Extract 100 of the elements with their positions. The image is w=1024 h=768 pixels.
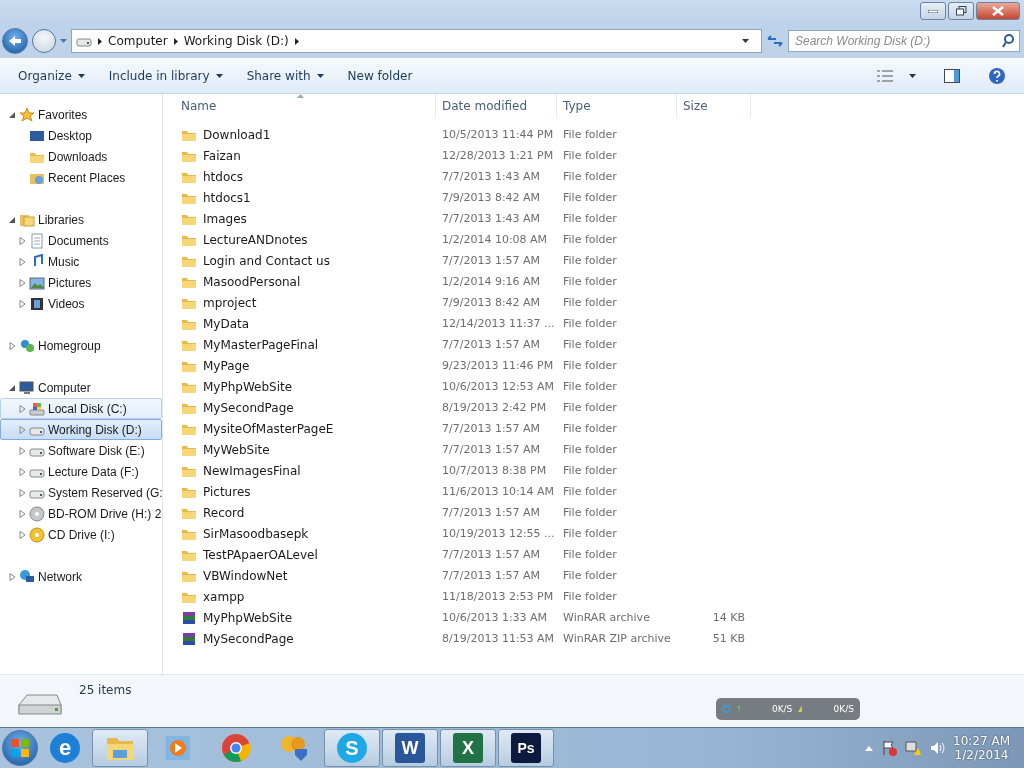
tree-item[interactable]: Favorites: [38, 107, 88, 122]
tree-item[interactable]: Lecture Data (F:): [0, 461, 162, 482]
tree-item[interactable]: Videos: [0, 293, 162, 314]
file-name[interactable]: Images: [203, 211, 247, 226]
address-bar[interactable]: Computer Working Disk (D:): [71, 29, 762, 53]
toolbar-button[interactable]: New folder: [337, 65, 423, 87]
back-button[interactable]: [2, 28, 28, 54]
tree-item[interactable]: Music: [0, 251, 162, 272]
restore-button[interactable]: [948, 2, 974, 20]
file-name[interactable]: NewImagesFinal: [203, 463, 301, 478]
breadcrumb[interactable]: Working Disk (D:): [183, 34, 289, 48]
file-name[interactable]: TestPApaerOALevel: [203, 547, 318, 562]
network-warning-icon[interactable]: [905, 740, 922, 756]
file-name[interactable]: mproject: [203, 295, 257, 310]
search-icon[interactable]: [1002, 34, 1014, 48]
taskbar-app[interactable]: X: [440, 729, 496, 767]
collapsed-arrow-icon[interactable]: [19, 488, 26, 497]
tree-item[interactable]: Software Disk (E:): [0, 440, 162, 461]
collapsed-arrow-icon[interactable]: [19, 299, 26, 308]
forward-button[interactable]: [32, 29, 56, 53]
toolbar-button[interactable]: Organize: [8, 65, 95, 87]
tree-item[interactable]: Computer: [38, 380, 91, 395]
collapsed-arrow-icon[interactable]: [19, 236, 26, 245]
download-speed: 0K/S: [771, 704, 793, 714]
file-name[interactable]: Download1: [203, 127, 271, 142]
file-name[interactable]: Record: [203, 505, 245, 520]
tree-item[interactable]: Documents: [0, 230, 162, 251]
tree-item[interactable]: Working Disk (D:): [0, 419, 162, 440]
file-name[interactable]: MysiteOfMasterPageE: [203, 421, 334, 436]
tree-item[interactable]: Libraries: [38, 212, 85, 227]
minimize-icon: [928, 9, 938, 13]
refresh-icon[interactable]: [766, 33, 784, 49]
file-name[interactable]: xampp: [203, 589, 245, 604]
column-header[interactable]: Name: [175, 94, 436, 118]
file-name[interactable]: Pictures: [203, 484, 251, 499]
file-name[interactable]: htdocs: [203, 169, 244, 184]
collapsed-arrow-icon[interactable]: [19, 404, 26, 413]
tree-item[interactable]: Pictures: [0, 272, 162, 293]
toolbar-button[interactable]: Share with: [236, 65, 334, 87]
archive-books-icon[interactable]: [181, 630, 197, 647]
collapsed-arrow-icon[interactable]: [19, 467, 26, 476]
column-header[interactable]: Type: [557, 94, 677, 118]
tree-item[interactable]: CD Drive (I:): [0, 524, 162, 545]
file-name[interactable]: Login and Contact us: [203, 253, 330, 268]
view-options-icon[interactable]: [877, 70, 893, 82]
search-field[interactable]: Search Working Disk (D:): [788, 30, 1020, 52]
file-name[interactable]: MyMasterPageFinal: [203, 337, 319, 352]
taskbar-app[interactable]: W: [382, 729, 438, 767]
file-name[interactable]: htdocs1: [203, 190, 251, 205]
tree-item[interactable]: Downloads: [0, 146, 162, 167]
column-header[interactable]: Date modified: [436, 94, 557, 118]
tree-item[interactable]: System Reserved (G:: [0, 482, 162, 503]
taskbar-app[interactable]: Ps: [498, 729, 554, 767]
collapsed-arrow-icon[interactable]: [19, 509, 26, 518]
tree-item[interactable]: Local Disk (C:): [0, 398, 162, 419]
collapsed-arrow-icon[interactable]: [19, 257, 26, 266]
tree-item[interactable]: Network: [38, 569, 82, 584]
collapsed-arrow-icon[interactable]: [19, 425, 26, 434]
collapsed-arrow-icon[interactable]: [9, 341, 16, 350]
file-name[interactable]: MySecondPage: [203, 400, 294, 415]
file-name[interactable]: MyWebSite: [203, 442, 270, 457]
file-name[interactable]: LectureANDnotes: [203, 232, 308, 247]
close-button[interactable]: [976, 2, 1020, 20]
file-name[interactable]: MySecondPage: [203, 631, 294, 646]
file-name[interactable]: Faizan: [203, 148, 241, 163]
taskbar-app[interactable]: e: [40, 729, 90, 767]
file-name[interactable]: VBWindowNet: [203, 568, 288, 583]
column-header[interactable]: Size: [677, 94, 751, 118]
archive-books-icon[interactable]: [181, 609, 197, 626]
show-hidden-icons-icon[interactable]: [865, 745, 874, 751]
file-name[interactable]: MyData: [203, 316, 250, 331]
start-button[interactable]: [2, 730, 38, 766]
table-cell-text: File folder: [562, 359, 618, 372]
help-icon[interactable]: [988, 67, 1006, 85]
file-name[interactable]: MyPhpWebSite: [203, 379, 293, 394]
file-name[interactable]: MyPhpWebSite: [203, 610, 293, 625]
table-cell-text: File folder: [562, 590, 618, 603]
expanded-arrow-icon[interactable]: [9, 383, 16, 392]
breadcrumb[interactable]: Computer: [108, 34, 168, 48]
collapsed-arrow-icon[interactable]: [9, 572, 16, 581]
tree-item[interactable]: Desktop: [0, 125, 162, 146]
volume-icon[interactable]: [929, 740, 946, 756]
preview-pane-icon[interactable]: [944, 69, 960, 83]
chevron-icon[interactable]: [294, 37, 299, 45]
chevron-icon[interactable]: [98, 37, 102, 45]
tree-item[interactable]: Recent Places: [0, 167, 162, 188]
collapsed-arrow-icon[interactable]: [19, 530, 26, 539]
file-name[interactable]: MasoodPersonal: [203, 274, 301, 289]
flag-icon[interactable]: [881, 740, 898, 756]
collapsed-arrow-icon[interactable]: [19, 446, 26, 455]
collapsed-arrow-icon[interactable]: [19, 278, 26, 287]
file-name[interactable]: MyPage: [203, 358, 250, 373]
tree-item[interactable]: BD-ROM Drive (H:) 2: [0, 503, 162, 524]
expanded-arrow-icon[interactable]: [9, 215, 16, 224]
chevron-icon[interactable]: [173, 37, 178, 45]
toolbar-button[interactable]: Include in library: [98, 65, 233, 87]
expanded-arrow-icon[interactable]: [9, 110, 16, 119]
taskbar-app[interactable]: [92, 729, 148, 767]
tree-item[interactable]: Homegroup: [38, 338, 101, 353]
file-name[interactable]: SirMasoodbasepk: [203, 526, 309, 541]
